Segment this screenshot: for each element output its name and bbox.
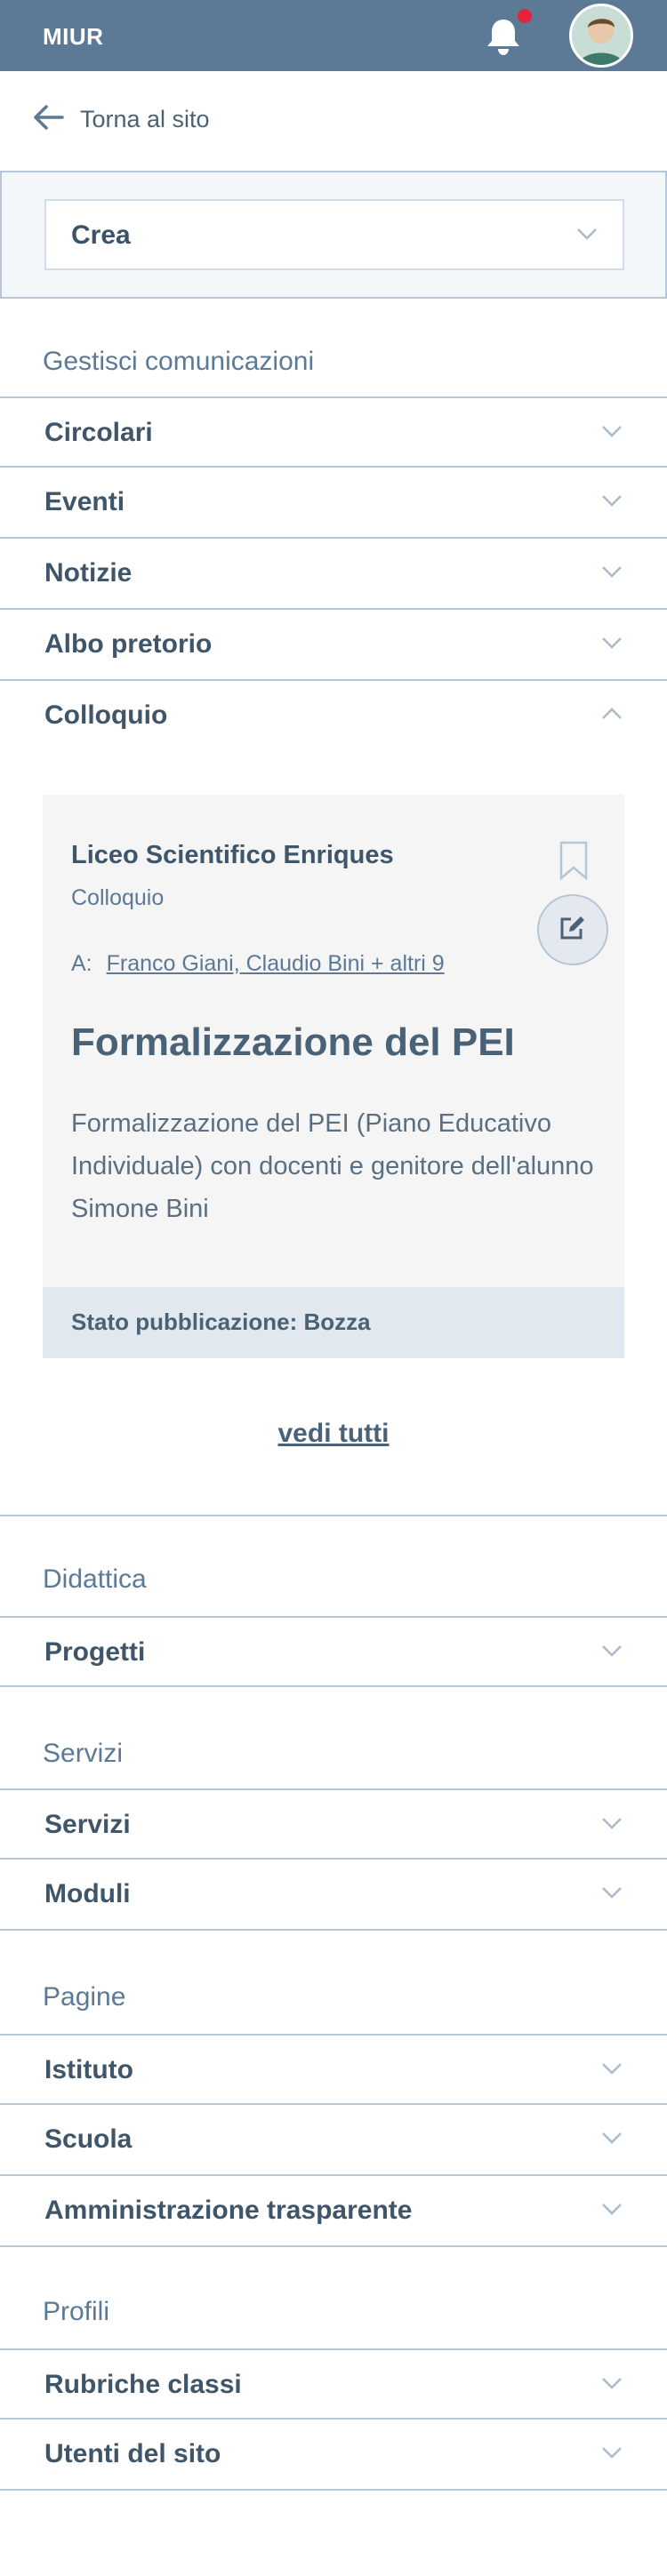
menu-item-label: Colloquio — [44, 700, 168, 730]
publication-status: Stato pubblicazione: Bozza — [71, 1308, 371, 1335]
create-panel: Crea — [0, 171, 667, 299]
edit-button[interactable] — [537, 894, 608, 965]
card-type: Colloquio — [71, 885, 165, 910]
brand-name[interactable]: MIUR — [43, 23, 103, 51]
menu-item-albo-pretorio[interactable]: Albo pretorio — [0, 610, 667, 681]
menu-item-scuola[interactable]: Scuola — [0, 2105, 667, 2176]
card-status-bar: Stato pubblicazione: Bozza — [43, 1287, 624, 1358]
communication-card[interactable]: Liceo Scientifico Enriques Colloquio A: F… — [43, 795, 624, 1358]
card-recipients-line: A: Franco Giani, Claudio Bini + altri 9 — [71, 951, 445, 977]
chevron-down-icon — [601, 1817, 623, 1834]
chevron-down-icon — [601, 2446, 623, 2463]
menu-item-label: Albo pretorio — [44, 629, 213, 659]
menu-item-progetti[interactable]: Progetti — [0, 1616, 667, 1687]
card-title: Formalizzazione del PEI — [71, 1020, 515, 1064]
menu-item-label: Istituto — [44, 2055, 133, 2084]
menu-item-label: Rubriche classi — [44, 2370, 242, 2399]
chevron-up-icon — [601, 708, 623, 724]
menu-item-utenti-del-sito[interactable]: Utenti del sito — [0, 2420, 667, 2491]
create-select[interactable]: Crea — [44, 199, 624, 270]
menu-item-label: Amministrazione trasparente — [44, 2196, 413, 2225]
arrow-left-icon — [34, 104, 64, 134]
menu-item-label: Eventi — [44, 487, 125, 516]
section-title-servizi: Servizi — [43, 1739, 124, 1768]
chevron-down-icon — [601, 425, 623, 442]
section-title-didattica: Didattica — [43, 1564, 147, 1594]
menu-item-label: Servizi — [44, 1810, 131, 1839]
see-all-link[interactable]: vedi tutti — [278, 1419, 390, 1448]
back-link-label: Torna al sito — [80, 105, 210, 132]
chevron-down-icon — [601, 2377, 623, 2394]
recipients-link[interactable]: Franco Giani, Claudio Bini + altri 9 — [107, 951, 445, 976]
chevron-down-icon — [601, 1886, 623, 1903]
menu-item-label: Moduli — [44, 1879, 131, 1908]
chevron-down-icon — [601, 636, 623, 653]
top-bar: MIUR — [0, 0, 667, 71]
chevron-down-icon — [601, 2132, 623, 2148]
menu-item-moduli[interactable]: Moduli — [0, 1860, 667, 1931]
menu-item-label: Circolari — [44, 418, 153, 447]
chevron-down-icon — [601, 2062, 623, 2079]
edit-icon — [559, 915, 587, 946]
notification-dot — [516, 7, 534, 25]
menu-item-label: Utenti del sito — [44, 2439, 221, 2468]
section-title-comunicazioni: Gestisci comunicazioni — [43, 347, 315, 376]
create-select-value: Crea — [71, 220, 131, 250]
menu-item-circolari[interactable]: Circolari — [0, 396, 667, 468]
menu-item-label: Progetti — [44, 1637, 146, 1667]
bookmark-icon[interactable] — [559, 841, 589, 884]
section-title-profili: Profili — [43, 2297, 110, 2326]
menu-item-servizi[interactable]: Servizi — [0, 1788, 667, 1860]
menu-item-eventi[interactable]: Eventi — [0, 468, 667, 539]
chevron-down-icon — [601, 2203, 623, 2220]
menu-item-istituto[interactable]: Istituto — [0, 2034, 667, 2105]
chevron-down-icon — [601, 565, 623, 582]
menu-item-label: Notizie — [44, 558, 133, 588]
card-school-name: Liceo Scientifico Enriques — [71, 841, 394, 869]
section-title-pagine: Pagine — [43, 1982, 126, 2012]
chevron-down-icon — [601, 1644, 623, 1661]
see-all-container: vedi tutti — [0, 1419, 667, 1449]
menu-item-label: Scuola — [44, 2124, 133, 2154]
back-to-site-link[interactable]: Torna al sito — [34, 101, 210, 137]
recipients-label: A: — [71, 951, 92, 976]
card-description: Formalizzazione del PEI (Piano Educativo… — [71, 1109, 594, 1223]
avatar[interactable] — [569, 4, 633, 68]
menu-item-colloquio[interactable]: Colloquio — [0, 681, 667, 752]
menu-item-notizie[interactable]: Notizie — [0, 539, 667, 610]
chevron-down-icon — [576, 228, 598, 244]
divider — [0, 1515, 667, 1516]
menu-item-amministrazione-trasparente[interactable]: Amministrazione trasparente — [0, 2176, 667, 2247]
menu-item-rubriche-classi[interactable]: Rubriche classi — [0, 2348, 667, 2420]
chevron-down-icon — [601, 494, 623, 511]
